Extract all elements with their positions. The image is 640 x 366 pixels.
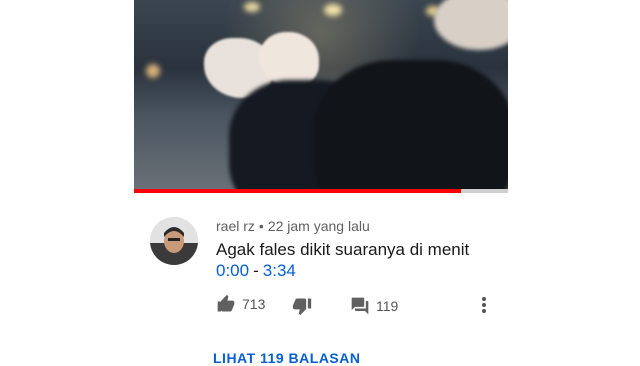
- comment-actions: 713 119: [216, 294, 496, 316]
- reply-count: 119: [376, 298, 399, 314]
- reply-button[interactable]: 119: [350, 296, 398, 316]
- meta-separator: •: [258, 218, 264, 234]
- comment: rael rz • 22 jam yang lalu Agak fales diki…: [150, 214, 510, 294]
- like-button[interactable]: 713: [216, 294, 265, 314]
- comment-meta: rael rz • 22 jam yang lalu: [216, 218, 370, 234]
- video-progress-fill: [134, 189, 461, 193]
- comment-time: 22 jam yang lalu: [267, 218, 370, 234]
- avatar-image: [150, 217, 198, 265]
- timestamp-separator: -: [253, 261, 259, 280]
- timestamp-link-start[interactable]: 0:00: [216, 261, 249, 280]
- comment-text: Agak fales dikit suaranya di menit: [216, 240, 470, 259]
- avatar[interactable]: [150, 217, 198, 265]
- comment-timestamps: 0:00-3:34: [216, 261, 296, 281]
- comment-author[interactable]: rael rz: [216, 218, 255, 234]
- more-options-button[interactable]: [480, 296, 488, 319]
- bokeh-light: [146, 64, 160, 78]
- timestamp-link-end[interactable]: 3:34: [263, 261, 296, 280]
- video-progress-bar[interactable]: [134, 189, 508, 193]
- comment-icon: [351, 297, 369, 315]
- bokeh-light: [244, 2, 260, 12]
- dislike-button[interactable]: [292, 296, 312, 316]
- like-count: 713: [242, 296, 266, 312]
- video-player[interactable]: [134, 0, 508, 193]
- more-vertical-icon: [482, 297, 486, 313]
- person-body: [314, 60, 508, 193]
- thumb-down-icon: [292, 298, 312, 316]
- thumb-up-icon: [217, 294, 235, 312]
- view-replies-link[interactable]: LIHAT 119 BALASAN: [213, 350, 360, 366]
- bokeh-light: [324, 4, 342, 16]
